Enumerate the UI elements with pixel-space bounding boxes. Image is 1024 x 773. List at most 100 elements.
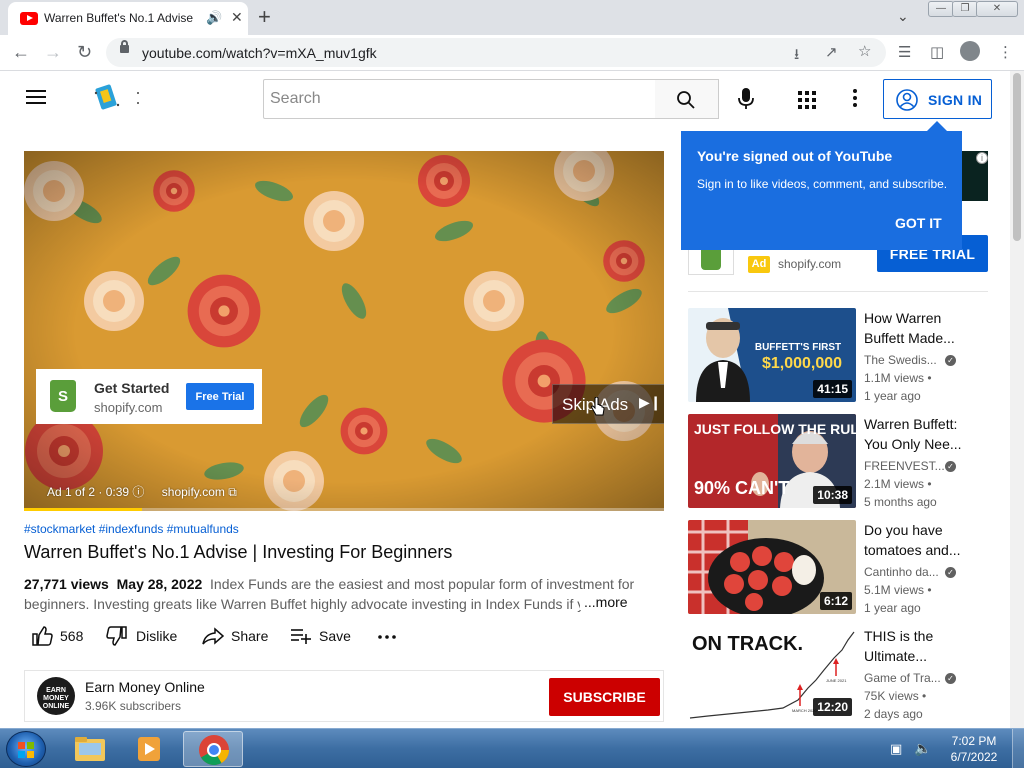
recommendation-views: 2.1M views • xyxy=(864,477,932,491)
ad-domain-link[interactable]: shopify.com xyxy=(162,485,225,499)
media-controls-icon[interactable]: ☰ xyxy=(898,43,911,61)
ad-info-icon[interactable]: i xyxy=(976,152,988,164)
save-button[interactable]: Save xyxy=(290,624,358,648)
profile-avatar-icon[interactable] xyxy=(960,41,980,61)
ad-overlay-card[interactable]: Get Started shopify.com Free Trial xyxy=(36,369,262,424)
youtube-logo-icon[interactable] xyxy=(92,81,142,115)
recommendation-item[interactable]: 6:12 Do you have tomatoes and... Cantinh… xyxy=(688,520,988,615)
skip-ads-button[interactable]: Skip Ads ▶❙ xyxy=(552,384,664,424)
video-thumbnail[interactable]: 6:12 xyxy=(688,520,856,614)
url-text[interactable]: youtube.com/watch?v=mXA_muv1gfk xyxy=(142,45,377,61)
recommendation-channel[interactable]: FREENVEST... xyxy=(864,459,945,473)
bookmark-star-icon[interactable]: ☆ xyxy=(858,42,871,60)
sign-in-button[interactable]: SIGN IN xyxy=(883,79,992,119)
share-label: Share xyxy=(231,628,269,644)
ad-free-trial-button[interactable]: Free Trial xyxy=(186,383,254,410)
video-thumbnail[interactable]: BUFFETT'S FIRST $1,000,000 41:15 xyxy=(688,308,856,402)
recommendation-title[interactable]: THIS is the Ultimate... xyxy=(864,626,964,666)
speaker-icon[interactable]: 🔊 xyxy=(206,10,222,26)
window-close-button[interactable]: ✕ xyxy=(976,1,1018,17)
settings-kebab-icon[interactable] xyxy=(853,89,857,107)
back-arrow-icon[interactable]: ← xyxy=(12,42,30,63)
address-bar[interactable]: youtube.com/watch?v=mXA_muv1gfk ⭳ ↗ ☆ xyxy=(106,38,886,67)
restore-button[interactable]: ❐ xyxy=(952,1,978,17)
show-more-link[interactable]: ...more xyxy=(580,594,628,610)
thumbnail-text: BUFFETT'S FIRST xyxy=(755,342,841,353)
recommendation-item[interactable]: JUST FOLLOW THE RULES 90% CAN'T 10:38 Wa… xyxy=(688,414,988,509)
install-app-icon[interactable]: ⭳ xyxy=(794,44,799,69)
recommendation-channel[interactable]: Game of Tra... xyxy=(864,671,941,685)
recommendation-item[interactable]: BUFFETT'S FIRST $1,000,000 41:15 How War… xyxy=(688,308,988,403)
lock-icon[interactable] xyxy=(120,40,129,53)
taskbar-media-player[interactable] xyxy=(122,731,178,767)
channel-name[interactable]: Earn Money Online xyxy=(85,679,205,695)
page-scrollbar[interactable] xyxy=(1010,71,1024,728)
share-button[interactable]: Share xyxy=(202,624,274,648)
shopify-bag-icon xyxy=(50,380,76,412)
recommendation-channel[interactable]: The Swedis... xyxy=(864,353,937,367)
recommendation-title[interactable]: Do you have tomatoes and... xyxy=(864,520,964,560)
recommendation-item[interactable]: ON TRACK. MARCH 2020 JUNE 2021 12:20 THI… xyxy=(688,626,988,721)
tab-search-chevron-icon[interactable]: ⌄ xyxy=(897,8,909,25)
browser-toolbar: ← → ↻ youtube.com/watch?v=mXA_muv1gfk ⭳ … xyxy=(0,35,1024,71)
chrome-menu-icon[interactable]: ⋮ xyxy=(998,43,1013,61)
more-actions-button[interactable] xyxy=(376,624,398,648)
new-tab-button[interactable]: + xyxy=(258,4,271,30)
video-thumbnail[interactable]: JUST FOLLOW THE RULES 90% CAN'T 10:38 xyxy=(688,414,856,508)
recommendation-views: 1.1M views • xyxy=(864,371,932,385)
clock-time: 7:02 PM xyxy=(951,734,997,748)
video-hashtags[interactable]: #stockmarket #indexfunds #mutualfunds xyxy=(24,522,239,536)
video-duration: 12:20 xyxy=(813,698,852,716)
show-desktop-button[interactable] xyxy=(1012,729,1024,769)
divider xyxy=(688,291,988,292)
search-icon xyxy=(677,91,695,109)
taskbar-file-explorer[interactable] xyxy=(62,731,118,767)
video-description[interactable]: 27,771 views May 28, 2022 Index Funds ar… xyxy=(24,574,639,614)
ad-card-title: Get Started xyxy=(94,380,170,396)
network-icon[interactable]: ▣ xyxy=(890,741,902,757)
ad-info-icon[interactable]: ⓘ xyxy=(132,485,144,499)
reload-icon[interactable]: ↻ xyxy=(77,42,92,63)
browser-tab[interactable]: Warren Buffet's No.1 Advise 🔊 ✕ xyxy=(8,2,248,35)
forward-arrow-icon[interactable]: → xyxy=(44,42,62,63)
channel-subscribers: 3.96K subscribers xyxy=(85,699,182,713)
video-duration: 6:12 xyxy=(819,592,852,610)
thumbnail-label: JUNE 2021 xyxy=(826,678,847,683)
popup-body: Sign in to like videos, comment, and sub… xyxy=(697,177,948,191)
start-button[interactable] xyxy=(6,731,46,767)
got-it-button[interactable]: GOT IT xyxy=(895,215,942,231)
video-player[interactable]: Get Started shopify.com Free Trial Skip … xyxy=(24,151,664,511)
minimize-button[interactable]: — xyxy=(928,1,954,17)
system-clock[interactable]: 7:02 PM 6/7/2022 xyxy=(944,733,1004,765)
share-icon[interactable]: ↗ xyxy=(825,43,838,61)
ad-progress-bar[interactable] xyxy=(24,508,664,511)
microphone-icon[interactable] xyxy=(735,87,757,111)
youtube-masthead: SIGN IN xyxy=(0,71,1010,127)
volume-icon[interactable]: 🔈 xyxy=(914,740,931,757)
external-link-icon[interactable]: ⧉ xyxy=(228,485,237,499)
recommendation-title[interactable]: Warren Buffett: You Only Nee... xyxy=(864,414,964,454)
ad-card-domain: shopify.com xyxy=(94,400,163,415)
hand-cursor-icon xyxy=(591,397,605,416)
tab-close-icon[interactable]: ✕ xyxy=(231,9,243,26)
recommendation-channel[interactable]: Cantinho da... xyxy=(864,565,939,579)
video-thumbnail[interactable]: ON TRACK. MARCH 2020 JUNE 2021 12:20 xyxy=(688,626,856,720)
thumbs-down-icon xyxy=(106,626,127,646)
scrollbar-thumb[interactable] xyxy=(1013,73,1021,241)
channel-avatar[interactable]: EARN MONEY ONLINE xyxy=(37,677,75,715)
side-ad-domain: shopify.com xyxy=(778,257,842,271)
ad-badge: Ad xyxy=(748,256,770,273)
subscribe-button[interactable]: SUBSCRIBE xyxy=(549,678,660,716)
recommendation-age: 1 year ago xyxy=(864,601,921,615)
search-button[interactable] xyxy=(655,79,719,119)
side-panel-icon[interactable]: ◫ xyxy=(930,43,944,61)
search-input[interactable] xyxy=(263,79,656,119)
dislike-button[interactable]: Dislike xyxy=(106,624,186,648)
apps-grid-icon[interactable] xyxy=(798,91,816,109)
taskbar-chrome[interactable] xyxy=(183,731,243,767)
like-button[interactable]: 568 xyxy=(31,624,91,648)
tab-title: Warren Buffet's No.1 Advise xyxy=(44,11,194,25)
hamburger-menu-icon[interactable] xyxy=(26,90,46,104)
thumbnail-text: JUST FOLLOW THE RULES xyxy=(694,421,856,437)
recommendation-title[interactable]: How Warren Buffett Made... xyxy=(864,308,964,348)
